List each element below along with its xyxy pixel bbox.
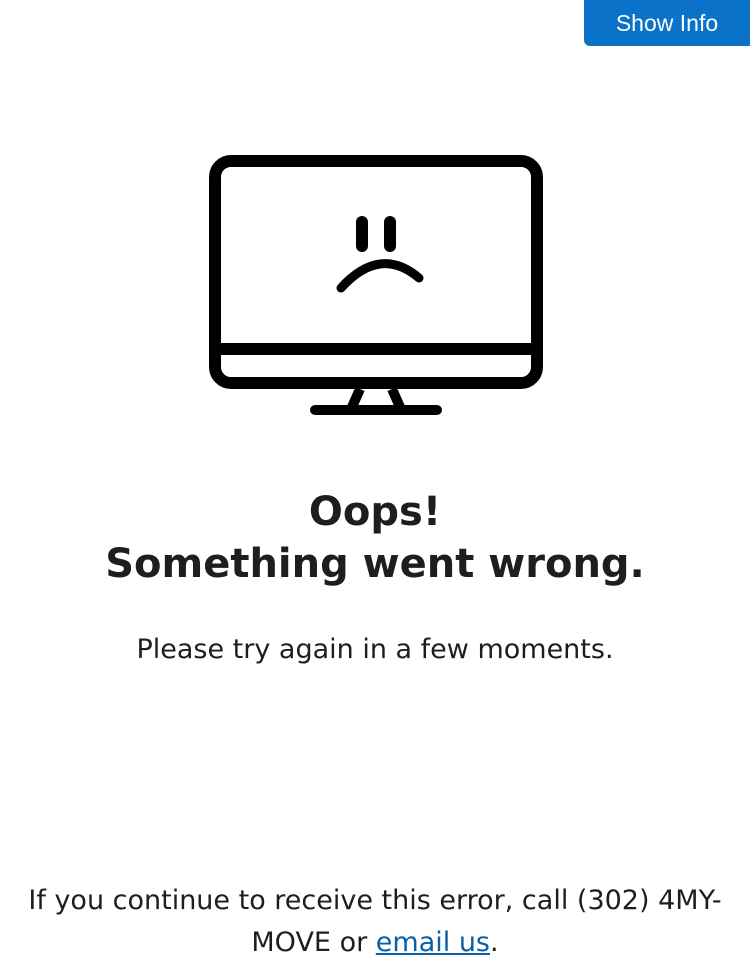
show-info-button[interactable]: Show Info: [584, 0, 750, 46]
error-heading: Oops! Something went wrong.: [0, 486, 750, 590]
error-title: Oops!: [308, 489, 442, 535]
sad-monitor-icon: [209, 155, 543, 415]
contact-text: If you continue to receive this error, c…: [0, 880, 750, 964]
error-subtitle: Something went wrong.: [105, 541, 645, 587]
error-message: Please try again in a few moments.: [136, 634, 614, 665]
email-us-link[interactable]: email us: [376, 927, 490, 958]
contact-suffix: .: [490, 927, 499, 958]
